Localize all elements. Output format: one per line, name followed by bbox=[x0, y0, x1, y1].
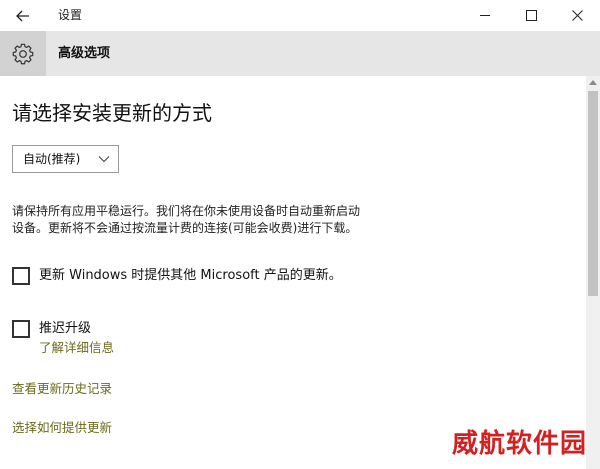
maximize-icon bbox=[525, 10, 537, 21]
description-line: 请保持所有应用平稳运行。我们将在你未使用设备时自动重新启动 bbox=[12, 204, 361, 218]
update-description: 请保持所有应用平稳运行。我们将在你未使用设备时自动重新启动 设备。更新将不会通过… bbox=[12, 203, 452, 237]
minimize-button[interactable] bbox=[462, 0, 508, 31]
back-button[interactable] bbox=[10, 5, 36, 27]
settings-window: 设置 高级选项 请选择安装更新的方式 自动(推荐) 请保持所有应用平稳运行。我们… bbox=[0, 0, 600, 469]
vertical-scrollbar[interactable] bbox=[586, 76, 600, 469]
back-arrow-icon bbox=[16, 10, 29, 22]
update-history-link[interactable]: 查看更新历史记录 bbox=[12, 381, 112, 397]
watermark: 威航软件园 bbox=[452, 429, 588, 459]
microsoft-updates-label[interactable]: 更新 Windows 时提供其他 Microsoft 产品的更新。 bbox=[39, 267, 342, 284]
close-icon bbox=[571, 10, 583, 21]
microsoft-updates-checkbox[interactable] bbox=[12, 267, 30, 285]
page-title: 高级选项 bbox=[58, 46, 111, 61]
gear-icon bbox=[12, 43, 34, 64]
content-area: 请选择安装更新的方式 自动(推荐) 请保持所有应用平稳运行。我们将在你未使用设备… bbox=[0, 76, 586, 469]
close-button[interactable] bbox=[554, 0, 600, 31]
defer-upgrades-checkbox[interactable] bbox=[12, 320, 30, 338]
dropdown-selected-value: 自动(推荐) bbox=[23, 152, 81, 166]
chevron-down-icon bbox=[98, 156, 110, 163]
minimize-icon bbox=[479, 15, 490, 16]
defer-upgrades-label[interactable]: 推迟升级 bbox=[39, 320, 91, 337]
description-line: 设备。更新将不会通过按流量计费的连接(可能会收费)进行下载。 bbox=[12, 221, 358, 235]
delivery-options-link[interactable]: 选择如何提供更新 bbox=[12, 420, 112, 436]
window-title: 设置 bbox=[58, 8, 83, 22]
install-method-dropdown[interactable]: 自动(推荐) bbox=[12, 145, 119, 173]
page-header: 高级选项 bbox=[0, 31, 600, 76]
scroll-thumb[interactable] bbox=[588, 91, 598, 296]
title-bar: 设置 bbox=[0, 0, 600, 31]
section-heading: 请选择安装更新的方式 bbox=[12, 101, 212, 125]
learn-more-link[interactable]: 了解详细信息 bbox=[39, 340, 114, 356]
scroll-up-arrow-icon[interactable] bbox=[589, 80, 597, 85]
settings-home-button[interactable] bbox=[0, 31, 46, 76]
maximize-button[interactable] bbox=[508, 0, 554, 31]
